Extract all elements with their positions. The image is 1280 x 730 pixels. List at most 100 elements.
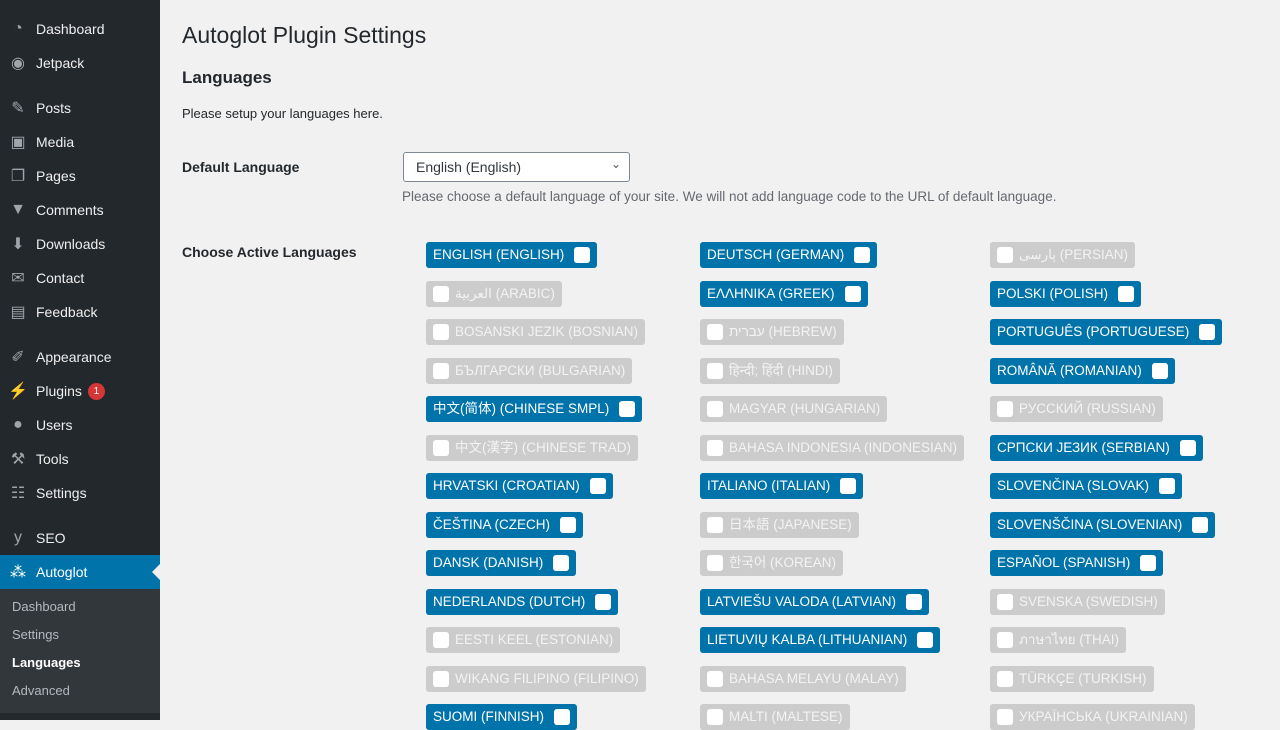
checkbox[interactable]: [1159, 478, 1176, 494]
language-toggle[interactable]: ITALIANO (ITALIAN): [700, 473, 864, 499]
language-toggle[interactable]: SVENSKA (SWEDISH): [990, 588, 1165, 615]
sidebar-item-autoglot[interactable]: ⁂ Autoglot: [0, 555, 160, 589]
language-toggle[interactable]: РУССКИЙ (RUSSIAN): [990, 396, 1163, 422]
submenu-advanced[interactable]: Advanced: [0, 677, 160, 705]
checkbox[interactable]: [707, 324, 723, 340]
language-toggle[interactable]: DANSK (DANISH): [426, 550, 577, 576]
sidebar-item-tools[interactable]: ⚒ Tools: [0, 442, 160, 476]
checkbox[interactable]: [997, 401, 1013, 417]
language-toggle[interactable]: ROMÂNĂ (ROMANIAN): [990, 357, 1175, 384]
submenu-settings[interactable]: Settings: [0, 621, 160, 649]
checkbox[interactable]: [1151, 362, 1168, 379]
language-toggle[interactable]: WIKANG FILIPINO (FILIPINO): [426, 665, 646, 692]
checkbox[interactable]: [553, 555, 570, 571]
sidebar-item-appearance[interactable]: ✐ Appearance: [0, 340, 160, 374]
language-toggle[interactable]: BAHASA MELAYU (MALAY): [700, 665, 906, 692]
language-toggle[interactable]: СРПСКИ ЈЕЗИК (SERBIAN): [990, 434, 1203, 461]
language-toggle[interactable]: POLSKI (POLISH): [990, 280, 1142, 307]
checkbox[interactable]: [844, 285, 861, 302]
checkbox[interactable]: [1179, 439, 1196, 456]
checkbox[interactable]: [433, 285, 449, 302]
checkbox[interactable]: [707, 709, 723, 725]
default-language-select[interactable]: English (English) ⌄: [403, 152, 630, 182]
language-toggle[interactable]: SUOMI (FINNISH): [426, 704, 577, 730]
checkbox[interactable]: [1140, 555, 1157, 571]
language-toggle[interactable]: BAHASA INDONESIA (INDONESIAN): [700, 434, 965, 461]
language-toggle[interactable]: LIETUVIŲ KALBA (LITHUANIAN): [700, 627, 941, 653]
checkbox[interactable]: [560, 516, 577, 533]
checkbox[interactable]: [595, 593, 612, 610]
language-toggle[interactable]: 中文(简体) (CHINESE SMPL): [426, 396, 643, 422]
checkbox[interactable]: [840, 478, 857, 494]
language-toggle[interactable]: УКРАЇНСЬКА (UKRAINIAN): [990, 704, 1195, 730]
language-toggle[interactable]: NEDERLANDS (DUTCH): [426, 588, 619, 615]
checkbox[interactable]: [997, 247, 1013, 263]
sidebar-item-jetpack[interactable]: ◉ Jetpack: [0, 46, 160, 80]
checkbox[interactable]: [574, 247, 591, 263]
checkbox[interactable]: [997, 632, 1013, 648]
language-toggle[interactable]: EESTI KEEL (ESTONIAN): [426, 627, 621, 653]
sidebar-item-contact[interactable]: ✉ Contact: [0, 261, 160, 295]
sidebar-item-feedback[interactable]: ▤ Feedback: [0, 295, 160, 329]
checkbox[interactable]: [707, 362, 723, 379]
checkbox[interactable]: [589, 478, 606, 494]
language-toggle[interactable]: ČEŠTINA (CZECH): [426, 511, 584, 538]
language-toggle[interactable]: ภาษาไทย (THAI): [990, 627, 1127, 653]
checkbox[interactable]: [707, 439, 723, 456]
checkbox[interactable]: [854, 247, 871, 263]
sidebar-item-seo[interactable]: y SEO: [0, 521, 160, 555]
sidebar-item-users[interactable]: ● Users: [0, 408, 160, 442]
sidebar-item-pages[interactable]: ❐ Pages: [0, 159, 160, 193]
language-label: ROMÂNĂ (ROMANIAN): [997, 362, 1142, 378]
language-toggle[interactable]: ΕΛΛΗΝΙΚΑ (GREEK): [700, 280, 868, 307]
checkbox[interactable]: [433, 632, 449, 648]
sidebar-item-downloads[interactable]: ⬇ Downloads: [0, 227, 160, 261]
language-toggle[interactable]: SLOVENŠČINA (SLOVENIAN): [990, 511, 1216, 538]
checkbox[interactable]: [997, 593, 1013, 610]
checkbox[interactable]: [433, 324, 449, 340]
language-toggle[interactable]: PORTUGUÊS (PORTUGUESE): [990, 319, 1223, 345]
language-toggle[interactable]: MAGYAR (HUNGARIAN): [700, 396, 888, 422]
checkbox[interactable]: [1118, 285, 1135, 302]
language-toggle[interactable]: HRVATSKI (CROATIAN): [426, 473, 613, 499]
sidebar-item-posts[interactable]: ✎ Posts: [0, 91, 160, 125]
checkbox[interactable]: [433, 362, 449, 379]
checkbox[interactable]: [997, 709, 1013, 725]
language-toggle[interactable]: DEUTSCH (GERMAN): [700, 242, 878, 268]
sidebar-item-plugins[interactable]: ⚡ Plugins 1: [0, 374, 160, 408]
language-toggle[interactable]: हिन्दी; हिंदी (HINDI): [700, 357, 840, 384]
language-toggle[interactable]: 한국어 (KOREAN): [700, 550, 844, 576]
checkbox[interactable]: [707, 516, 723, 533]
language-toggle[interactable]: LATVIEŠU VALODA (LATVIAN): [700, 588, 930, 615]
language-toggle[interactable]: MALTI (MALTESE): [700, 704, 850, 730]
language-toggle[interactable]: العربية (ARABIC): [426, 280, 562, 307]
checkbox[interactable]: [619, 401, 636, 417]
checkbox[interactable]: [707, 670, 723, 687]
submenu-dashboard[interactable]: Dashboard: [0, 593, 160, 621]
checkbox[interactable]: [554, 709, 570, 725]
language-toggle[interactable]: עברית (HEBREW): [700, 319, 844, 345]
checkbox[interactable]: [1199, 324, 1216, 340]
language-toggle[interactable]: SLOVENČINA (SLOVAK): [990, 473, 1183, 499]
checkbox[interactable]: [433, 439, 449, 456]
language-toggle[interactable]: 日本語 (JAPANESE): [700, 511, 859, 538]
sidebar-item-settings[interactable]: ☷ Settings: [0, 476, 160, 510]
checkbox[interactable]: [707, 401, 723, 417]
checkbox[interactable]: [433, 670, 449, 687]
checkbox[interactable]: [917, 632, 934, 648]
submenu-languages[interactable]: Languages: [0, 649, 160, 677]
checkbox[interactable]: [707, 555, 723, 571]
checkbox[interactable]: [997, 670, 1013, 687]
checkbox[interactable]: [906, 593, 923, 610]
sidebar-item-media[interactable]: ▣ Media: [0, 125, 160, 159]
language-toggle[interactable]: پارسی (PERSIAN): [990, 242, 1135, 268]
sidebar-item-comments[interactable]: ▼ Comments: [0, 193, 160, 227]
checkbox[interactable]: [1192, 516, 1209, 533]
language-toggle[interactable]: ENGLISH (ENGLISH): [426, 242, 598, 268]
sidebar-item-dashboard[interactable]: ◔ Dashboard: [0, 12, 160, 46]
language-toggle[interactable]: ESPAÑOL (SPANISH): [990, 550, 1164, 576]
language-toggle[interactable]: BOSANSKI JEZIK (BOSNIAN): [426, 319, 646, 345]
language-toggle[interactable]: TÜRKÇE (TURKISH): [990, 665, 1154, 692]
language-toggle[interactable]: БЪЛГАРСКИ (BULGARIAN): [426, 357, 633, 384]
language-toggle[interactable]: 中文(漢字) (CHINESE TRAD): [426, 434, 639, 461]
